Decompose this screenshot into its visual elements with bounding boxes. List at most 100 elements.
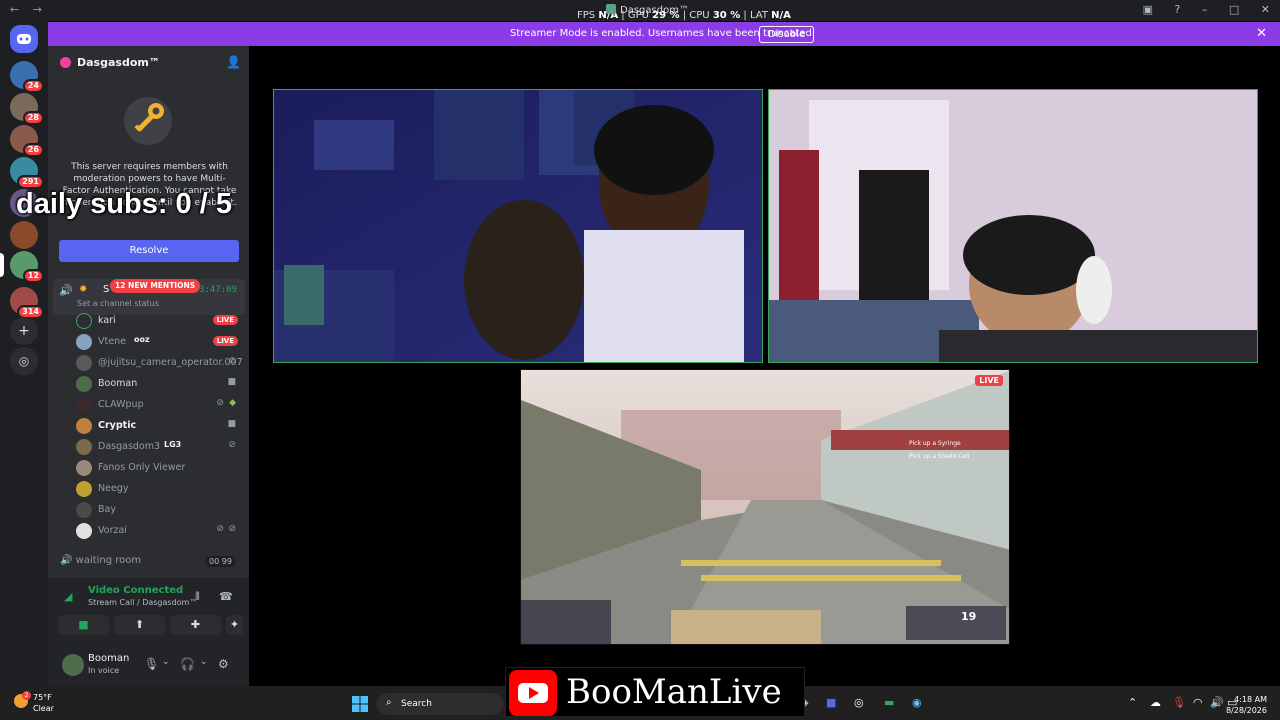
member-row[interactable]: Fanos Only Viewer bbox=[76, 458, 242, 478]
onedrive-icon[interactable]: ☁ bbox=[1150, 696, 1161, 709]
microphone-icon[interactable]: 🎙 bbox=[144, 657, 159, 671]
member-row[interactable]: Dasgasdom3 LG3 ⊘ bbox=[76, 437, 242, 457]
video-tile[interactable] bbox=[768, 89, 1258, 363]
chevron-up-icon[interactable]: ⌃ bbox=[1128, 696, 1137, 709]
video-tile[interactable] bbox=[273, 89, 763, 363]
voice-status[interactable]: Video Connected bbox=[88, 585, 183, 596]
close-icon[interactable]: ✕ bbox=[1256, 26, 1267, 41]
voice-channel-path[interactable]: Stream Call / Dasgasdom™ bbox=[88, 598, 197, 607]
inbox-icon[interactable]: ▣ bbox=[1143, 3, 1153, 16]
discord-app-icon[interactable]: ■ bbox=[826, 696, 836, 709]
discover-icon[interactable]: ◎ bbox=[10, 347, 38, 375]
avatar[interactable] bbox=[62, 654, 84, 676]
window-title-text: Dasgasdom™ bbox=[620, 5, 689, 16]
server-header[interactable]: Dasgasdom™ 👤 bbox=[48, 46, 249, 78]
member-row[interactable]: kari LIVE bbox=[76, 311, 242, 331]
server-icon[interactable]: 24 bbox=[10, 61, 44, 93]
new-mentions-badge[interactable]: 12 NEW MENTIONS bbox=[110, 279, 201, 293]
microphone-icon[interactable]: 🎙 bbox=[1172, 696, 1186, 709]
game-prompt: Pick up a Syringe bbox=[909, 440, 961, 447]
window-controls: ▣ ? – □ ✕ bbox=[1125, 3, 1270, 16]
member-row[interactable]: CLAWpup ⊘ ◆ bbox=[76, 395, 242, 415]
taskbar-clock[interactable]: 4:18 AM 8/28/2026 bbox=[1226, 694, 1267, 716]
member-row[interactable]: Bay bbox=[76, 500, 242, 520]
activity-icon: ◆ bbox=[229, 398, 236, 408]
minimize-icon[interactable]: – bbox=[1202, 3, 1208, 16]
live-badge: LIVE bbox=[212, 336, 238, 346]
soundboard-button[interactable]: ✦ bbox=[226, 615, 243, 635]
user-panel: Booman In voice 🎙 ⌄ 🎧 ⌄ ⚙ bbox=[48, 646, 249, 686]
wifi-icon[interactable]: ◠ bbox=[1193, 696, 1203, 709]
resolve-button[interactable]: Resolve bbox=[59, 240, 239, 262]
server-rail: 24 28 26 291 12 314 + ◎ bbox=[0, 21, 48, 686]
disconnect-icon[interactable]: ☎ bbox=[219, 590, 233, 603]
avatar bbox=[76, 481, 92, 497]
signal-icon[interactable]: ◢ bbox=[64, 590, 72, 603]
volume-icon[interactable]: 🔊 bbox=[1210, 696, 1224, 709]
server-icon[interactable]: 314 bbox=[10, 287, 44, 319]
title-bar: ← → FPS N/A | GPU 29 % | CPU 30 % | LAT … bbox=[0, 0, 1280, 21]
game-stream-tile[interactable]: LIVE Pick up a Syringe Pick up a Shield … bbox=[520, 369, 1010, 645]
activities-button[interactable]: ✚ bbox=[170, 615, 221, 635]
steam-app-icon[interactable]: ◉ bbox=[912, 696, 922, 709]
cpu-value: 30 % bbox=[712, 10, 741, 21]
server-icon[interactable]: 28 bbox=[10, 93, 44, 125]
weather-condition: Clear bbox=[33, 704, 54, 713]
waiting-room-channel[interactable]: 🔊 waiting room bbox=[60, 555, 141, 566]
windows-start-icon[interactable] bbox=[352, 696, 368, 712]
app-icon[interactable]: ▬ bbox=[884, 696, 894, 709]
member-row[interactable]: @jujitsu_camera_operator.007 ⊘ bbox=[76, 353, 243, 373]
waiting-room-label: waiting room bbox=[75, 555, 142, 566]
avatar bbox=[76, 502, 92, 518]
temperature: 75°F bbox=[33, 693, 52, 702]
member-row[interactable]: Vorzai ⊘ ⊘ bbox=[76, 521, 242, 541]
discord-home-icon[interactable] bbox=[10, 25, 38, 53]
back-icon[interactable]: ← bbox=[10, 3, 19, 16]
member-row[interactable]: Booman ■ bbox=[76, 374, 242, 394]
member-tag: ooz bbox=[134, 335, 150, 344]
window-title: Dasgasdom™ bbox=[606, 4, 689, 16]
muted-icon: ⊘ bbox=[216, 524, 224, 534]
username[interactable]: Booman bbox=[88, 653, 129, 664]
channel-name: S bbox=[103, 284, 110, 295]
member-name: Bay bbox=[98, 504, 116, 515]
maximize-icon[interactable]: □ bbox=[1229, 3, 1239, 16]
headphones-icon[interactable]: 🎧 bbox=[180, 657, 195, 671]
server-icon[interactable]: 26 bbox=[10, 125, 44, 157]
noise-suppression-icon[interactable]: ⦀ bbox=[195, 590, 200, 604]
close-window-icon[interactable]: ✕ bbox=[1261, 3, 1270, 16]
search-icon: ⌕ bbox=[386, 697, 392, 708]
user-limit-badge: 00 99 bbox=[205, 556, 236, 567]
settings-icon[interactable]: ⚙ bbox=[218, 657, 229, 671]
muted-icon: ⊘ bbox=[228, 440, 236, 450]
member-row[interactable]: Vtene ooz ◐ LIVE bbox=[76, 332, 242, 352]
camera-button[interactable]: ■ bbox=[58, 615, 109, 635]
webcam-feed bbox=[274, 90, 762, 362]
sun-icon: ✹ bbox=[79, 284, 88, 295]
deafened-icon: ⊘ bbox=[228, 524, 236, 534]
help-icon[interactable]: ? bbox=[1175, 3, 1181, 16]
ammo-count: 19 bbox=[961, 610, 977, 623]
avatar bbox=[76, 397, 92, 413]
screen-share-button[interactable]: ⬆ bbox=[114, 615, 165, 635]
chevron-down-icon[interactable]: ⌄ bbox=[200, 657, 208, 667]
server-icon[interactable]: 12 bbox=[10, 251, 44, 283]
server-icon[interactable] bbox=[10, 221, 38, 249]
server-icon[interactable]: 291 bbox=[10, 157, 44, 189]
channel-timer: 53:47:09 bbox=[193, 285, 237, 295]
invite-icon[interactable]: 👤 bbox=[226, 55, 241, 69]
camera-icon: ■ bbox=[227, 419, 236, 429]
obs-app-icon[interactable]: ◎ bbox=[854, 696, 864, 709]
taskbar-search[interactable]: ⌕ Search bbox=[377, 693, 503, 715]
game-feed bbox=[521, 370, 1009, 644]
server-badge-icon bbox=[60, 57, 71, 68]
lat-value: N/A bbox=[771, 10, 791, 21]
member-row[interactable]: Neegy bbox=[76, 479, 242, 499]
disable-button[interactable]: Disable bbox=[759, 26, 815, 43]
chevron-down-icon[interactable]: ⌄ bbox=[162, 657, 170, 667]
add-server-icon[interactable]: + bbox=[10, 317, 38, 345]
channel-status[interactable]: Set a channel status bbox=[77, 299, 159, 308]
forward-icon[interactable]: → bbox=[33, 3, 42, 16]
member-row[interactable]: Cryptic ■ bbox=[76, 416, 242, 436]
weather-widget[interactable]: 75°F Clear bbox=[33, 692, 54, 714]
